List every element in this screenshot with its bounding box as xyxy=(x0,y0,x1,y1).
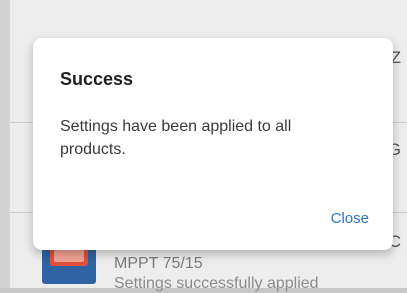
dialog-message: Settings have been applied to all produc… xyxy=(60,118,292,158)
device-status: Settings successfully applied xyxy=(114,275,319,292)
device-name: MPPT 75/15 xyxy=(114,255,203,272)
success-dialog: Success Settings have been applied to al… xyxy=(33,38,393,250)
dialog-title: Success xyxy=(60,69,134,89)
close-button[interactable]: Close xyxy=(331,210,369,227)
device-thumbnail-display xyxy=(54,250,84,262)
